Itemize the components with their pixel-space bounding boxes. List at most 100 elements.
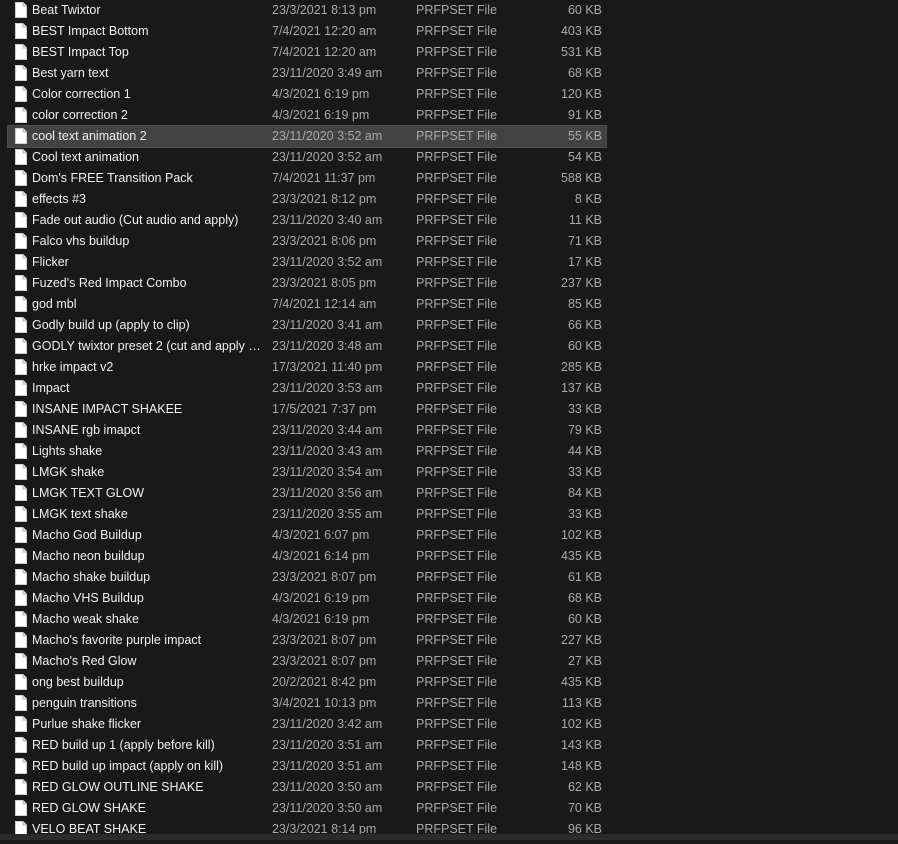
file-type: PRFPSET File xyxy=(416,423,498,437)
file-row[interactable]: Purlue shake flicker 23/11/2020 3:42 am PR… xyxy=(8,714,606,735)
file-type: PRFPSET File xyxy=(416,213,498,227)
file-row[interactable]: Macho weak shake 4/3/2021 6:19 pm PRFPSET … xyxy=(8,609,606,630)
file-type: PRFPSET File xyxy=(416,801,498,815)
file-row[interactable]: INSANE rgb imapct 23/11/2020 3:44 am PRFPS… xyxy=(8,420,606,441)
file-name: Lights shake xyxy=(32,444,103,458)
file-type: PRFPSET File xyxy=(416,738,498,752)
file-date-modified: 23/11/2020 3:50 am xyxy=(272,780,383,794)
file-row[interactable]: Cool text animation 23/11/2020 3:52 am PRF… xyxy=(8,147,606,168)
file-name: LMGK text shake xyxy=(32,507,128,521)
file-name: Beat Twixtor xyxy=(32,3,101,17)
file-name: Flicker xyxy=(32,255,69,269)
file-type: PRFPSET File xyxy=(416,528,498,542)
file-date-modified: 7/4/2021 11:37 pm xyxy=(272,171,376,185)
file-name: ong best buildup xyxy=(32,675,124,689)
file-row[interactable]: Macho VHS Buildup 4/3/2021 6:19 pm PRFPSET… xyxy=(8,588,606,609)
file-type: PRFPSET File xyxy=(416,87,498,101)
document-icon xyxy=(15,233,27,249)
file-row[interactable]: LMGK shake 23/11/2020 3:54 am PRFPSET File… xyxy=(8,462,606,483)
file-type: PRFPSET File xyxy=(416,444,498,458)
file-size: 84 KB xyxy=(567,486,602,500)
document-icon xyxy=(15,275,27,291)
file-row[interactable]: Lights shake 23/11/2020 3:43 am PRFPSET Fi… xyxy=(8,441,606,462)
file-row[interactable]: Macho's favorite purple impact 23/3/2021 … xyxy=(8,630,606,651)
file-row[interactable]: ong best buildup 20/2/2021 8:42 pm PRFPSET… xyxy=(8,672,606,693)
file-type: PRFPSET File xyxy=(416,570,498,584)
file-name: INSANE IMPACT SHAKEE xyxy=(32,402,183,416)
document-icon xyxy=(15,254,27,270)
file-row[interactable]: Falco vhs buildup 23/3/2021 8:06 pm PRFPSE… xyxy=(8,231,606,252)
file-size: 68 KB xyxy=(567,591,602,605)
file-row[interactable]: BEST Impact Bottom 7/4/2021 12:20 am PRFPS… xyxy=(8,21,606,42)
file-row[interactable]: Godly build up (apply to clip) 23/11/2020… xyxy=(8,315,606,336)
file-row[interactable]: cool text animation 2 23/11/2020 3:52 am P… xyxy=(7,125,607,148)
file-row[interactable]: penguin transitions 3/4/2021 10:13 pm PRFP… xyxy=(8,693,606,714)
file-name: LMGK shake xyxy=(32,465,105,479)
file-row[interactable]: Macho God Buildup 4/3/2021 6:07 pm PRFPSET… xyxy=(8,525,606,546)
file-row[interactable]: Macho neon buildup 4/3/2021 6:14 pm PRFPSE… xyxy=(8,546,606,567)
file-row[interactable]: LMGK text shake 23/11/2020 3:55 am PRFPSET… xyxy=(8,504,606,525)
document-icon xyxy=(15,338,27,354)
file-date-modified: 3/4/2021 10:13 pm xyxy=(272,696,377,710)
file-type: PRFPSET File xyxy=(416,612,498,626)
file-size: 33 KB xyxy=(567,465,602,479)
file-row[interactable]: Fuzed's Red Impact Combo 23/3/2021 8:05 p… xyxy=(8,273,606,294)
file-row[interactable]: Beat Twixtor 23/3/2021 8:13 pm PRFPSET Fil… xyxy=(8,0,606,21)
file-size: 113 KB xyxy=(561,696,602,710)
file-row[interactable]: INSANE IMPACT SHAKEE 17/5/2021 7:37 pm PRF… xyxy=(8,399,606,420)
document-icon xyxy=(15,422,27,438)
file-row[interactable]: Impact 23/11/2020 3:53 am PRFPSET File 137 … xyxy=(8,378,606,399)
file-row[interactable]: Flicker 23/11/2020 3:52 am PRFPSET File 17 … xyxy=(8,252,606,273)
file-size: 85 KB xyxy=(567,297,602,311)
file-name: Macho weak shake xyxy=(32,612,140,626)
file-type: PRFPSET File xyxy=(416,192,498,206)
file-type: PRFPSET File xyxy=(416,108,498,122)
file-date-modified: 4/3/2021 6:19 pm xyxy=(272,612,370,626)
document-icon xyxy=(15,590,27,606)
file-row[interactable]: effects #3 23/3/2021 8:12 pm PRFPSET File 8… xyxy=(8,189,606,210)
file-date-modified: 7/4/2021 12:20 am xyxy=(272,24,377,38)
file-row[interactable]: Macho shake buildup 23/3/2021 8:07 pm PRFP… xyxy=(8,567,606,588)
file-row[interactable]: GODLY twixtor preset 2 (cut and apply 18… xyxy=(8,336,606,357)
file-row[interactable]: god mbl 7/4/2021 12:14 am PRFPSET File 85 K… xyxy=(8,294,606,315)
file-name: RED GLOW OUTLINE SHAKE xyxy=(32,780,204,794)
document-icon xyxy=(15,380,27,396)
document-icon xyxy=(15,359,27,375)
document-icon xyxy=(15,23,27,39)
file-type: PRFPSET File xyxy=(416,276,498,290)
file-size: 120 KB xyxy=(560,87,602,101)
file-row[interactable]: RED build up impact (apply on kill) 23/11… xyxy=(8,756,606,777)
document-icon xyxy=(15,527,27,543)
document-icon xyxy=(15,737,27,753)
file-row[interactable]: hrke impact v2 17/3/2021 11:40 pm PRFPSET … xyxy=(8,357,606,378)
file-row[interactable]: RED GLOW SHAKE 23/11/2020 3:50 am PRFPSET … xyxy=(8,798,606,819)
file-row[interactable]: LMGK TEXT GLOW 23/11/2020 3:56 am PRFPSET … xyxy=(8,483,606,504)
horizontal-scrollbar[interactable] xyxy=(0,834,898,840)
document-icon xyxy=(15,674,27,690)
file-date-modified: 4/3/2021 6:14 pm xyxy=(272,549,370,563)
file-name: Best yarn text xyxy=(32,66,109,80)
file-name: INSANE rgb imapct xyxy=(32,423,141,437)
file-row[interactable]: Dom's FREE Transition Pack 7/4/2021 11:37… xyxy=(8,168,606,189)
file-row[interactable]: RED build up 1 (apply before kill) 23/11/… xyxy=(8,735,606,756)
file-date-modified: 23/11/2020 3:42 am xyxy=(272,717,383,731)
file-row[interactable]: BEST Impact Top 7/4/2021 12:20 am PRFPSET … xyxy=(8,42,606,63)
document-icon xyxy=(15,548,27,564)
file-size: 71 KB xyxy=(567,234,602,248)
file-size: 148 KB xyxy=(560,759,602,773)
file-date-modified: 23/11/2020 3:56 am xyxy=(272,486,383,500)
file-date-modified: 7/4/2021 12:14 am xyxy=(272,297,377,311)
file-type: PRFPSET File xyxy=(416,234,498,248)
file-row[interactable]: color correction 2 4/3/2021 6:19 pm PRFPSE… xyxy=(8,105,606,126)
file-row[interactable]: Best yarn text 23/11/2020 3:49 am PRFPSET … xyxy=(8,63,606,84)
file-row[interactable]: Fade out audio (Cut audio and apply) 23/1… xyxy=(8,210,606,231)
file-type: PRFPSET File xyxy=(416,591,498,605)
file-row[interactable]: Macho's Red Glow 23/3/2021 8:07 pm PRFPSET… xyxy=(8,651,606,672)
file-name: Impact xyxy=(32,381,70,395)
file-row[interactable]: RED GLOW OUTLINE SHAKE 23/11/2020 3:50 am… xyxy=(8,777,606,798)
file-row[interactable]: Color correction 1 4/3/2021 6:19 pm PRFPSE… xyxy=(8,84,606,105)
file-type: PRFPSET File xyxy=(416,465,498,479)
file-date-modified: 23/11/2020 3:52 am xyxy=(272,150,383,164)
file-size: 102 KB xyxy=(560,717,602,731)
file-type: PRFPSET File xyxy=(416,549,498,563)
